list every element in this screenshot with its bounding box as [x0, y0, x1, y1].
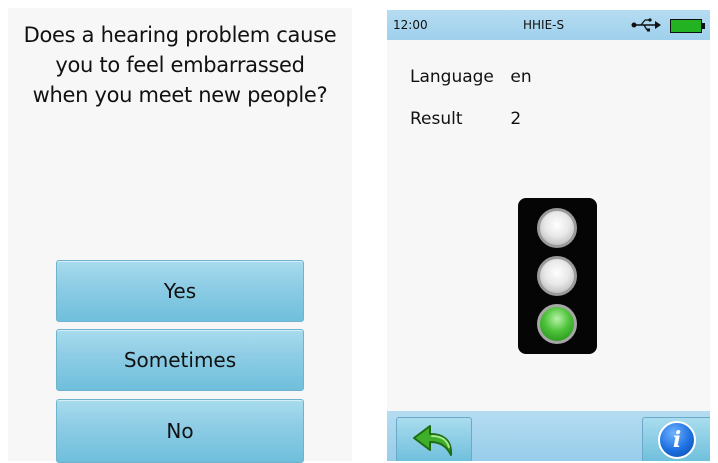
answer-yes-button[interactable]: Yes	[56, 260, 304, 322]
question-line-3: when you meet new people?	[32, 83, 328, 107]
question-line-1: Does a hearing problem cause	[23, 23, 337, 47]
result-screen: 12:00 HHIE-S Language en Result 2 i	[387, 10, 710, 461]
answer-sometimes-button[interactable]: Sometimes	[56, 329, 304, 391]
traffic-light	[518, 198, 597, 354]
traffic-light-middle-lamp	[537, 256, 577, 296]
answer-no-button[interactable]: No	[56, 399, 304, 463]
language-value: en	[510, 67, 532, 87]
status-title: HHIE-S	[523, 18, 565, 32]
bottom-bar: i	[387, 411, 710, 461]
result-label: Result	[410, 109, 463, 129]
back-button[interactable]	[396, 417, 472, 461]
result-row: Result 2	[410, 109, 521, 129]
language-label: Language	[410, 67, 494, 87]
answer-yes-label: Yes	[163, 279, 197, 303]
result-value: 2	[510, 109, 522, 129]
back-arrow-icon	[413, 425, 453, 456]
status-time: 12:00	[393, 18, 428, 32]
language-row: Language en	[410, 67, 532, 87]
question-line-2: you to feel embarrassed	[55, 53, 305, 77]
question-text: Does a hearing problem cause you to feel…	[8, 20, 352, 110]
answer-sometimes-label: Sometimes	[123, 348, 237, 372]
status-bar: 12:00 HHIE-S	[387, 10, 710, 40]
traffic-light-top-lamp	[537, 208, 577, 248]
usb-icon	[631, 18, 661, 32]
battery-icon	[670, 19, 705, 33]
info-icon: i	[658, 421, 696, 459]
info-button[interactable]: i	[642, 417, 710, 461]
questionnaire-screen: Does a hearing problem cause you to feel…	[8, 8, 352, 463]
traffic-light-bottom-lamp-green	[537, 304, 577, 344]
answer-no-label: No	[166, 419, 194, 443]
